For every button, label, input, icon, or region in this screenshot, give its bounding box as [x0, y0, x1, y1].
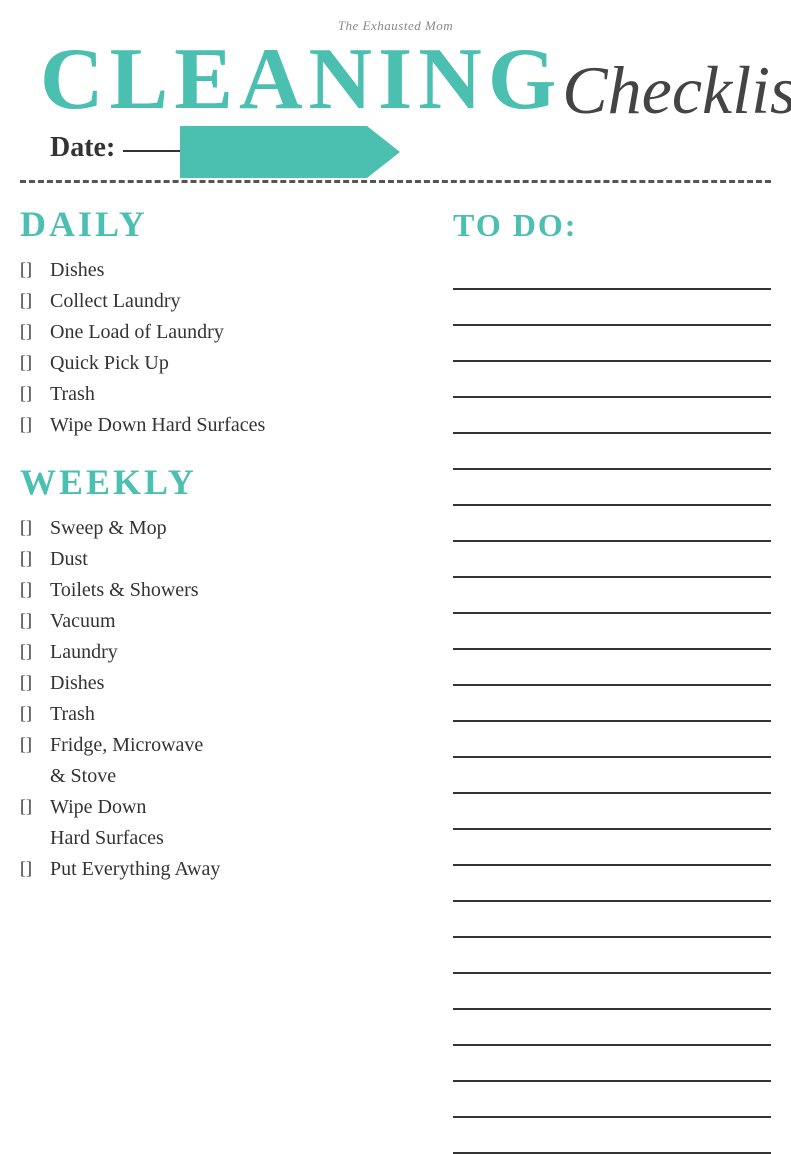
checkbox-icon: []: [20, 576, 48, 604]
header: The Exhausted Mom Cleaning Checklist Dat…: [0, 0, 791, 164]
weekly-item-8: Fridge, Microwave& Stove: [50, 730, 203, 792]
todo-line[interactable]: [453, 326, 771, 362]
checkbox-icon: []: [20, 318, 48, 346]
weekly-item-7: Trash: [50, 699, 95, 730]
todo-line[interactable]: [453, 434, 771, 470]
date-label: Date:: [50, 132, 115, 164]
daily-checklist: [] Dishes [] Collect Laundry [] One Load…: [20, 255, 423, 441]
todo-line[interactable]: [453, 1118, 771, 1154]
list-item: [] Vacuum: [20, 606, 423, 637]
checkbox-icon: []: [20, 607, 48, 635]
cleaning-title: Cleaning: [30, 36, 562, 124]
checkbox-icon: []: [20, 256, 48, 284]
list-item: [] Sweep & Mop: [20, 513, 423, 544]
daily-item-5: Trash: [50, 379, 95, 410]
todo-line[interactable]: [453, 506, 771, 542]
list-item: [] One Load of Laundry: [20, 317, 423, 348]
weekly-checklist: [] Sweep & Mop [] Dust [] Toilets & Show…: [20, 513, 423, 885]
todo-line[interactable]: [453, 866, 771, 902]
checkbox-icon: []: [20, 349, 48, 377]
checkbox-icon: []: [20, 731, 48, 759]
todo-line[interactable]: [453, 1082, 771, 1118]
page: The Exhausted Mom Cleaning Checklist Dat…: [0, 0, 791, 1154]
checkbox-icon: []: [20, 669, 48, 697]
date-row: Date:: [50, 132, 761, 164]
daily-item-3: One Load of Laundry: [50, 317, 224, 348]
todo-line[interactable]: [453, 686, 771, 722]
list-item: [] Fridge, Microwave& Stove: [20, 730, 423, 792]
list-item: [] Trash: [20, 379, 423, 410]
main-content: Daily [] Dishes [] Collect Laundry [] On…: [0, 197, 791, 1154]
todo-line[interactable]: [453, 362, 771, 398]
weekly-item-6: Dishes: [50, 668, 104, 699]
todo-line[interactable]: [453, 578, 771, 614]
list-item: [] Wipe Down Hard Surfaces: [20, 410, 423, 441]
todo-line[interactable]: [453, 254, 771, 290]
todo-line[interactable]: [453, 758, 771, 794]
todo-line[interactable]: [453, 650, 771, 686]
daily-item-2: Collect Laundry: [50, 286, 181, 317]
checkbox-icon: []: [20, 700, 48, 728]
list-item: [] Put Everything Away: [20, 854, 423, 885]
list-item: [] Dishes: [20, 668, 423, 699]
weekly-item-5: Laundry: [50, 637, 118, 668]
divider: [20, 180, 771, 183]
checkbox-icon: []: [20, 514, 48, 542]
list-item: [] Dishes: [20, 255, 423, 286]
weekly-item-1: Sweep & Mop: [50, 513, 167, 544]
weekly-heading: Weekly: [20, 461, 423, 503]
weekly-item-3: Toilets & Showers: [50, 575, 199, 606]
todo-line[interactable]: [453, 1046, 771, 1082]
checkbox-icon: []: [20, 411, 48, 439]
checkbox-icon: []: [20, 793, 48, 821]
todo-line[interactable]: [453, 1010, 771, 1046]
weekly-item-9: Wipe DownHard Surfaces: [50, 792, 164, 854]
todo-line[interactable]: [453, 974, 771, 1010]
daily-heading: Daily: [20, 203, 423, 245]
todo-line[interactable]: [453, 830, 771, 866]
todo-line[interactable]: [453, 938, 771, 974]
weekly-item-4: Vacuum: [50, 606, 116, 637]
todo-line[interactable]: [453, 794, 771, 830]
list-item: [] Wipe DownHard Surfaces: [20, 792, 423, 854]
daily-item-6: Wipe Down Hard Surfaces: [50, 410, 265, 441]
weekly-item-2: Dust: [50, 544, 88, 575]
list-item: [] Trash: [20, 699, 423, 730]
list-item: [] Quick Pick Up: [20, 348, 423, 379]
checkbox-icon: []: [20, 287, 48, 315]
daily-item-1: Dishes: [50, 255, 104, 286]
todo-line[interactable]: [453, 902, 771, 938]
checkbox-icon: []: [20, 380, 48, 408]
todo-line[interactable]: [453, 614, 771, 650]
todo-lines: [453, 254, 771, 1154]
checkbox-icon: []: [20, 855, 48, 883]
right-column: To Do:: [433, 197, 771, 1154]
todo-heading: To Do:: [453, 207, 771, 244]
list-item: [] Laundry: [20, 637, 423, 668]
weekly-item-10: Put Everything Away: [50, 854, 220, 885]
todo-line[interactable]: [453, 470, 771, 506]
list-item: [] Toilets & Showers: [20, 575, 423, 606]
list-item: [] Collect Laundry: [20, 286, 423, 317]
checklist-title: Checklist: [562, 56, 791, 124]
todo-line[interactable]: [453, 398, 771, 434]
weekly-section: Weekly [] Sweep & Mop [] Dust [] Toilets…: [20, 461, 423, 885]
title-row: Cleaning Checklist: [30, 36, 761, 124]
todo-line[interactable]: [453, 722, 771, 758]
checkbox-icon: []: [20, 638, 48, 666]
left-column: Daily [] Dishes [] Collect Laundry [] On…: [20, 197, 433, 1154]
list-item: [] Dust: [20, 544, 423, 575]
teal-banner: [180, 126, 400, 178]
checkbox-icon: []: [20, 545, 48, 573]
todo-line[interactable]: [453, 290, 771, 326]
todo-line[interactable]: [453, 542, 771, 578]
daily-item-4: Quick Pick Up: [50, 348, 169, 379]
